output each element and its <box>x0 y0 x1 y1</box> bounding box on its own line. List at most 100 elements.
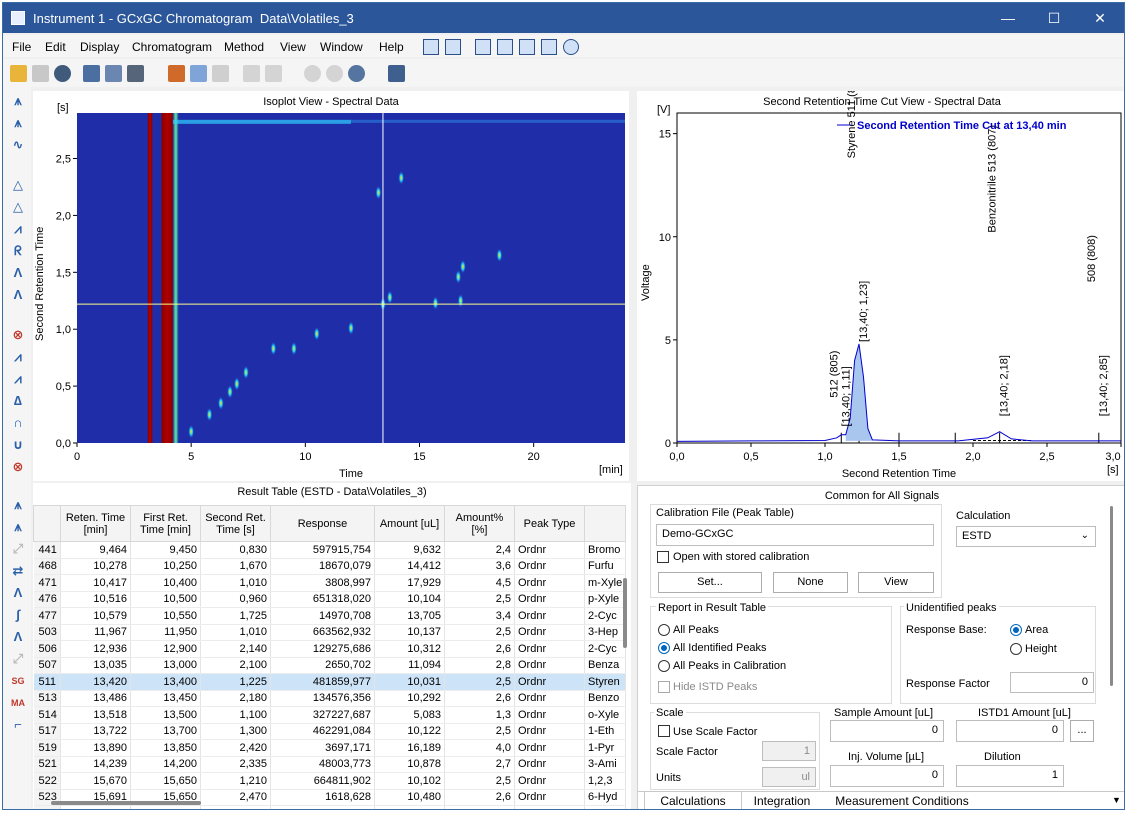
table-row[interactable]: 506 12,936 12,900 2,140 129275,686 10,312 2,6 O… <box>33 640 627 658</box>
menu-view[interactable]: View <box>280 40 306 54</box>
table-row[interactable]: 503 11,967 11,950 1,010 663562,932 10,137 2,5 O… <box>33 624 627 641</box>
table-row[interactable]: 521 14,239 14,200 2,335 48003,773 10,878 2,7 Or… <box>33 756 627 773</box>
tab-overflow-icon[interactable]: ▼ <box>1112 795 1121 805</box>
minimize-button[interactable]: — <box>985 3 1031 33</box>
maximize-button[interactable]: ☐ <box>1031 3 1077 33</box>
calculation-select[interactable]: ESTD ⌄ <box>956 526 1096 547</box>
set-button[interactable]: Set... <box>658 572 762 593</box>
column-header[interactable]: Amount% [%] <box>444 505 515 542</box>
negative-peak-icon[interactable]: ∪ <box>10 437 26 453</box>
valley-icon[interactable]: Λ <box>10 265 26 281</box>
save-icon[interactable] <box>32 65 49 82</box>
step-icon[interactable]: ⌐ <box>10 717 26 733</box>
istd-amount-field[interactable]: 0 <box>956 720 1064 742</box>
baseline-icon[interactable]: ∿ <box>10 137 26 153</box>
column-header[interactable] <box>583 505 627 542</box>
isoplot-canvas[interactable]: 0,0 0,5 1,0 1,5 2,0 2,5 0 5 10 15 20 [s] Second Re… <box>33 91 629 481</box>
print-preview-icon[interactable] <box>105 65 122 82</box>
wrench-icon[interactable] <box>388 65 405 82</box>
cutview-plot-area[interactable] <box>676 112 1122 444</box>
menu-edit[interactable]: Edit <box>45 40 66 54</box>
chart-tool-icon[interactable] <box>475 39 491 55</box>
column-header[interactable]: Reten. Time [min] <box>60 505 131 542</box>
use-scale-checkbox[interactable] <box>658 725 670 737</box>
dilution-field[interactable]: 1 <box>956 765 1064 787</box>
paste-icon[interactable] <box>212 65 229 82</box>
open-folder-icon[interactable] <box>10 65 27 82</box>
column-header[interactable]: Second Ret. Time [s] <box>200 505 271 542</box>
shoulder-icon[interactable]: Λ <box>10 287 26 303</box>
smooth-icon[interactable]: ∫ <box>10 607 26 623</box>
horizontal-scrollbar[interactable] <box>51 801 201 805</box>
menu-file[interactable]: File <box>12 40 31 54</box>
table-row[interactable]: 519 13,890 13,850 2,420 3697,171 16,189 4,0 Ord… <box>33 739 627 757</box>
menu-display[interactable]: Display <box>80 40 119 54</box>
peak-tool-icon[interactable] <box>423 39 439 55</box>
shift-icon[interactable]: ⇄ <box>10 563 26 579</box>
delete-peak-icon[interactable]: ⊗ <box>10 327 26 343</box>
column-header[interactable]: Response <box>270 505 375 542</box>
view-button[interactable]: View <box>858 572 934 593</box>
table-row[interactable]: 476 10,516 10,500 0,960 651318,020 10,104 2,5 O… <box>33 591 627 608</box>
radio-identified-peaks[interactable] <box>658 642 670 654</box>
column-header[interactable] <box>33 505 61 542</box>
cut-icon[interactable] <box>168 65 185 82</box>
menu-chromatogram[interactable]: Chromatogram <box>132 40 212 54</box>
table-row[interactable]: 522 15,670 15,650 1,210 664811,902 10,102 2,5 O… <box>33 772 627 790</box>
table-row[interactable]: 53016,19116,1502,4301790,63714,5253,6Ord… <box>33 805 627 809</box>
table-row[interactable]: 513 13,486 13,450 2,180 134576,356 10,292 2,6 O… <box>33 690 627 707</box>
calibration-file-field[interactable]: Demo-GCxGC <box>656 524 934 546</box>
add-peak-icon[interactable]: ⩘ <box>10 349 26 365</box>
tab-measurement-conditions[interactable]: Measurement Conditions <box>828 792 976 809</box>
integration-events-icon[interactable]: ⩚ <box>10 93 26 109</box>
peak-end-icon[interactable]: △ <box>10 199 26 215</box>
column-header[interactable]: First Ret. Time [min] <box>130 505 201 542</box>
column-header[interactable]: Amount [uL] <box>374 505 445 542</box>
vertical-scrollbar[interactable] <box>623 578 627 648</box>
tab-calculations[interactable]: Calculations <box>644 792 742 809</box>
result-table[interactable]: Reten. Time [min] First Ret. Time [min] Se… <box>33 505 627 809</box>
compare-icon[interactable]: ⩚ <box>10 497 26 513</box>
column-header[interactable]: Peak Type <box>514 505 585 542</box>
tab-integration[interactable]: Integration <box>744 792 820 809</box>
manual-integration-icon[interactable]: ⩚ <box>10 115 26 131</box>
close-file-icon[interactable] <box>54 65 71 82</box>
menu-window[interactable]: Window <box>320 40 363 54</box>
peak-icon[interactable]: Λ <box>10 585 26 601</box>
zoom-out-icon[interactable] <box>326 65 343 82</box>
report-icon[interactable] <box>519 39 535 55</box>
menu-help[interactable]: Help <box>379 40 404 54</box>
undo-icon[interactable] <box>243 65 260 82</box>
table-row[interactable]: 468 10,278 10,250 1,670 18670,079 14,412 3,6 Or… <box>33 558 627 575</box>
zoom-icon[interactable] <box>348 65 365 82</box>
table-row[interactable]: 477 10,579 10,550 1,725 14970,708 13,705 3,4 Or… <box>33 607 627 625</box>
copy-icon[interactable] <box>190 65 207 82</box>
open-stored-checkbox[interactable] <box>657 551 669 563</box>
none-button[interactable]: None <box>773 572 848 593</box>
flask-icon[interactable] <box>445 39 461 55</box>
peak-width-icon[interactable]: ∆ <box>10 393 26 409</box>
table-row[interactable]: 511 13,420 13,400 1,225 481859,977 10,031 2,5 O… <box>33 673 627 691</box>
cut-view[interactable]: Second Retention Time Cut View - Spectra… <box>637 91 1124 481</box>
move-baseline-icon[interactable]: ⩘ <box>10 371 26 387</box>
peak-start-icon[interactable]: △ <box>10 177 26 193</box>
table-row[interactable]: 471 10,417 10,400 1,010 3808,997 17,929 4,5 Ord… <box>33 574 627 592</box>
chart-window-icon[interactable] <box>497 39 513 55</box>
derivative-icon[interactable]: Λ <box>10 629 26 645</box>
inj-volume-field[interactable]: 0 <box>830 765 944 787</box>
radio-all-peaks[interactable] <box>658 624 670 636</box>
report-preview-icon[interactable] <box>83 65 100 82</box>
redo-icon[interactable] <box>265 65 282 82</box>
overlay-icon[interactable]: ⩚ <box>10 519 26 535</box>
peak-shape-icon[interactable]: ∩ <box>10 415 26 431</box>
print-icon[interactable] <box>127 65 144 82</box>
table-row[interactable]: 517 13,722 13,700 1,300 462291,084 10,122 2,5 O… <box>33 723 627 740</box>
table-row[interactable]: 441 9,464 9,450 0,830 597915,754 9,632 2,4 Ordn… <box>33 541 627 559</box>
istd-more-button[interactable]: ... <box>1070 720 1094 742</box>
sequence-icon[interactable] <box>541 39 557 55</box>
zoom-in-icon[interactable] <box>304 65 321 82</box>
ma-filter-icon[interactable]: MA <box>10 695 26 711</box>
sample-amount-field[interactable]: 0 <box>830 720 944 742</box>
radio-height[interactable] <box>1010 643 1022 655</box>
clear-events-icon[interactable]: ⊗ <box>10 459 26 475</box>
